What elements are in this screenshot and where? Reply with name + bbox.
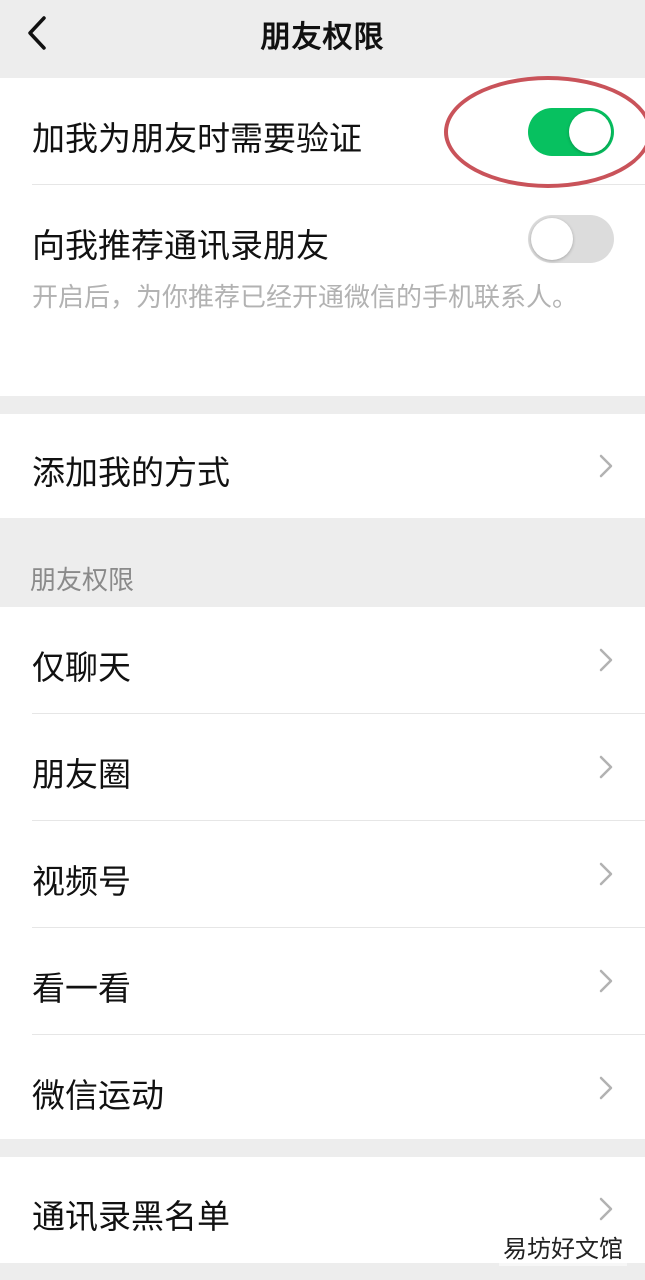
chevron-right-icon	[597, 966, 615, 996]
chevron-right-icon	[597, 1073, 615, 1103]
toggle-knob	[569, 111, 611, 153]
list-item-channels[interactable]: 视频号	[0, 821, 645, 927]
permissions-card: 仅聊天 朋友圈 视频号 看一看 微信运动	[0, 607, 645, 1139]
watermark: 易坊好文馆	[499, 1227, 627, 1266]
section-header-permissions: 朋友权限	[30, 566, 135, 596]
nav-bar: 朋友权限	[0, 0, 645, 76]
privacy-settings-screen: 朋友权限 加我为朋友时需要验证 向我推荐通讯录朋友 开启后，为你推荐已经开通微信…	[0, 0, 645, 1280]
verification-row: 加我为朋友时需要验证	[0, 78, 645, 184]
toggle-settings-card: 加我为朋友时需要验证 向我推荐通讯录朋友 开启后，为你推荐已经开通微信的手机联系…	[0, 78, 645, 396]
blacklist-label: 通讯录黑名单	[32, 1197, 230, 1236]
recommend-label: 向我推荐通讯录朋友	[32, 226, 329, 265]
page-title: 朋友权限	[260, 20, 385, 55]
recommend-row: 向我推荐通讯录朋友 开启后，为你推荐已经开通微信的手机联系人。	[0, 185, 645, 396]
add-methods-row[interactable]: 添加我的方式	[0, 414, 645, 518]
add-methods-card: 添加我的方式	[0, 414, 645, 518]
list-item-label: 微信运动	[32, 1076, 164, 1115]
chevron-right-icon	[597, 451, 615, 481]
toggle-knob	[531, 218, 573, 260]
chevron-right-icon	[597, 859, 615, 889]
add-methods-label: 添加我的方式	[32, 453, 230, 492]
verification-toggle[interactable]	[528, 108, 614, 156]
chevron-right-icon	[597, 752, 615, 782]
recommend-toggle[interactable]	[528, 215, 614, 263]
list-item-label: 仅聊天	[32, 648, 131, 687]
list-item-chat-only[interactable]: 仅聊天	[0, 607, 645, 713]
verification-label: 加我为朋友时需要验证	[32, 119, 362, 158]
list-item-label: 视频号	[32, 862, 131, 901]
list-item-werun[interactable]: 微信运动	[0, 1035, 645, 1139]
list-item-moments[interactable]: 朋友圈	[0, 714, 645, 820]
chevron-right-icon	[597, 645, 615, 675]
chevron-right-icon	[597, 1194, 615, 1224]
list-item-label: 朋友圈	[32, 755, 131, 794]
recommend-hint: 开启后，为你推荐已经开通微信的手机联系人。	[32, 283, 579, 313]
list-item-label: 看一看	[32, 969, 131, 1008]
list-item-top-stories[interactable]: 看一看	[0, 928, 645, 1034]
